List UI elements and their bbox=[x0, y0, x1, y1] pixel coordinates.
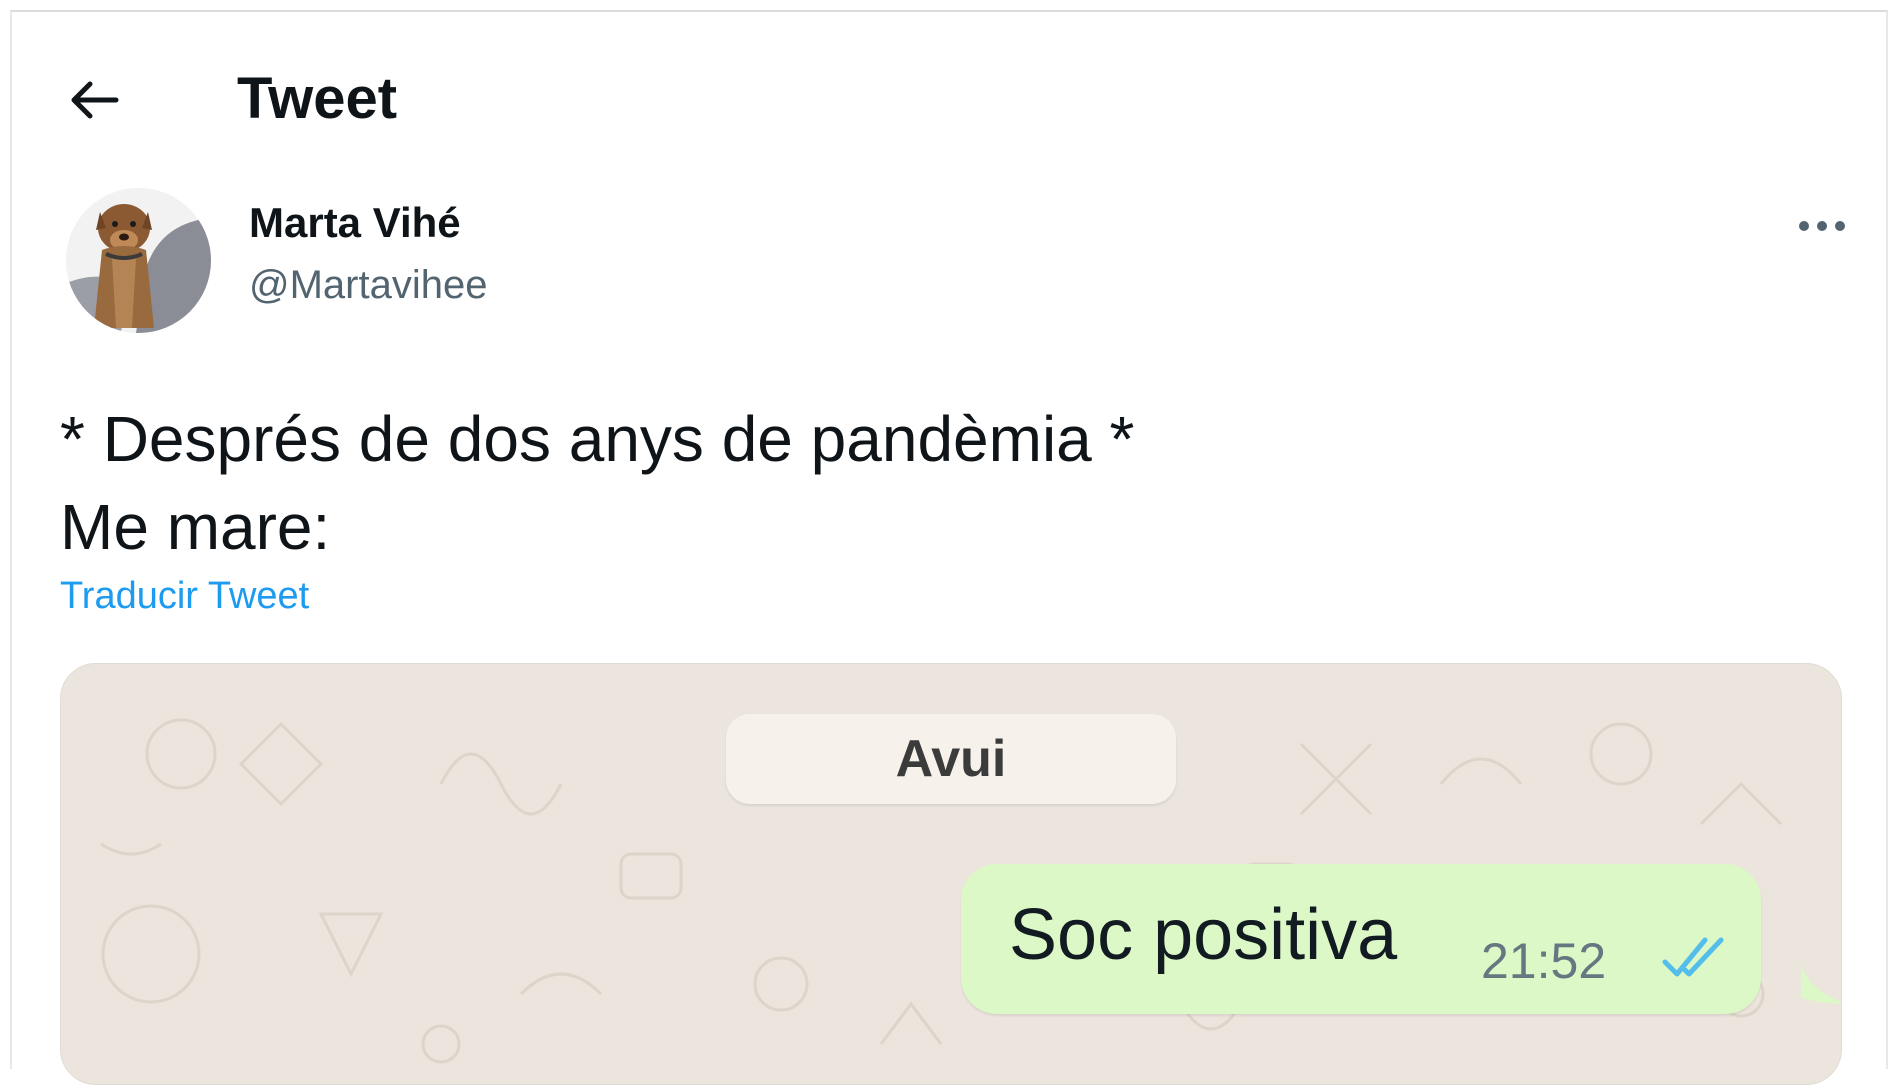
author-name[interactable]: Marta Vihé bbox=[249, 199, 461, 247]
tweet-text: * Després de dos anys de pandèmia * Me m… bbox=[60, 395, 1760, 571]
bubble-tail bbox=[1801, 964, 1841, 1004]
more-horizontal-icon bbox=[1797, 219, 1847, 238]
author-handle[interactable]: @Martavihee bbox=[249, 263, 487, 308]
more-button[interactable] bbox=[1777, 203, 1867, 253]
tweet-media-image[interactable]: Avui Soc positiva 21:52 bbox=[60, 663, 1842, 1085]
message-time: 21:52 bbox=[1481, 933, 1607, 989]
message-text: Soc positiva bbox=[1009, 895, 1398, 975]
back-button[interactable] bbox=[60, 67, 130, 137]
tweet-line: * Després de dos anys de pandèmia * bbox=[60, 403, 1135, 475]
date-separator: Avui bbox=[726, 714, 1176, 804]
page-title: Tweet bbox=[237, 66, 398, 131]
tweet-line: Me mare: bbox=[60, 491, 331, 563]
message-bubble[interactable]: Soc positiva 21:52 bbox=[961, 864, 1761, 1014]
double-check-read-icon bbox=[1661, 932, 1731, 987]
tweet-header: Tweet bbox=[50, 55, 1830, 145]
avatar[interactable] bbox=[66, 188, 211, 333]
arrow-left-icon bbox=[70, 80, 120, 125]
tweet-author: Marta Vihé @Martavihee bbox=[62, 185, 1845, 335]
translate-tweet-link[interactable]: Traducir Tweet bbox=[60, 575, 309, 618]
